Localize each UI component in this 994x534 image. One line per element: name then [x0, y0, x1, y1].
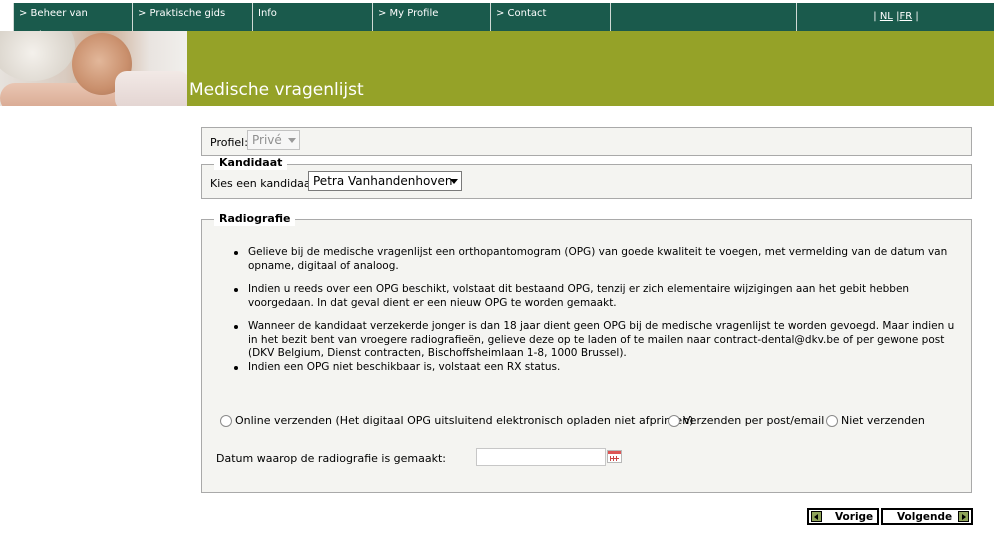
fieldset-border	[202, 164, 971, 165]
nav-label: > Praktische gids	[138, 8, 226, 19]
profile-box: Profiel: Privé	[201, 127, 972, 156]
lang-separator: |	[873, 11, 877, 22]
date-input[interactable]	[476, 448, 606, 466]
nav-label: > Contact	[496, 8, 547, 19]
list-item: Gelieve bij de medische vragenlijst een …	[230, 246, 960, 273]
previous-label: Vorige	[835, 511, 874, 523]
photo-shirt	[115, 71, 187, 106]
nav-left-divider	[13, 3, 14, 31]
no-send-label[interactable]: Niet verzenden	[841, 414, 925, 428]
candidate-select-value: Petra Vanhandenhoven	[313, 174, 453, 188]
lang-nl-link[interactable]: NL	[880, 11, 893, 22]
profile-select[interactable]: Privé	[247, 130, 300, 150]
post-email-label[interactable]: Verzenden per post/email	[683, 414, 824, 428]
candidate-label: Kies een kandidaat:	[210, 177, 319, 190]
arrow-right-icon	[958, 511, 969, 522]
nav-label: Info	[258, 8, 277, 19]
lang-fr-link[interactable]: FR	[899, 11, 912, 22]
nav-praktische-gids[interactable]: > Praktische gids	[133, 3, 253, 31]
list-item: Indien een OPG niet beschikbaar is, vols…	[230, 361, 960, 375]
chevron-down-icon	[450, 179, 458, 184]
list-item: Indien u reeds over een OPG beschikt, vo…	[230, 283, 960, 310]
chevron-down-icon	[288, 138, 296, 143]
online-send-radio[interactable]	[220, 415, 232, 427]
arrow-left-icon	[811, 511, 822, 522]
calendar-icon[interactable]	[607, 450, 622, 463]
nav-my-profile[interactable]: > My Profile	[373, 3, 491, 31]
nav-contact[interactable]: > Contact	[491, 3, 611, 31]
nav-empty-cell	[611, 3, 796, 31]
candidate-select[interactable]: Petra Vanhandenhoven	[308, 171, 462, 191]
next-button[interactable]: Volgende	[881, 508, 973, 525]
next-label: Volgende	[897, 511, 953, 523]
banner-photo	[0, 31, 187, 106]
nav-beheer-van-tandarts[interactable]: > Beheer van tandarts	[14, 3, 133, 41]
instructions-list: Gelieve bij de medische vragenlijst een …	[230, 246, 960, 384]
nav-info[interactable]: Info	[253, 3, 373, 31]
list-item: Wanneer de kandidaat verzekerde jonger i…	[230, 320, 960, 361]
nav-label: > My Profile	[378, 8, 439, 19]
photo-grandmother	[0, 31, 75, 81]
online-send-label[interactable]: Online verzenden (Het digitaal OPG uitsl…	[235, 414, 693, 428]
candidate-legend: Kandidaat	[214, 156, 288, 170]
radiography-legend: Radiografie	[214, 212, 296, 226]
candidate-fieldset: Kandidaat Kies een kandidaat: Petra Vanh…	[201, 156, 972, 199]
top-navigation: > Beheer van tandarts > Praktische gids …	[0, 0, 994, 41]
previous-button[interactable]: Vorige	[807, 508, 879, 525]
page-title: Medische vragenlijst	[189, 80, 364, 100]
no-send-radio[interactable]	[826, 415, 838, 427]
lang-separator: |	[915, 11, 919, 22]
profile-select-value: Privé	[252, 133, 282, 147]
post-email-radio[interactable]	[668, 415, 680, 427]
nav-bar: > Beheer van tandarts > Praktische gids …	[14, 3, 994, 41]
language-switcher: | NL |FR |	[796, 3, 994, 31]
profile-label: Profiel:	[210, 136, 248, 149]
date-label: Datum waarop de radiografie is gemaakt:	[216, 452, 447, 465]
